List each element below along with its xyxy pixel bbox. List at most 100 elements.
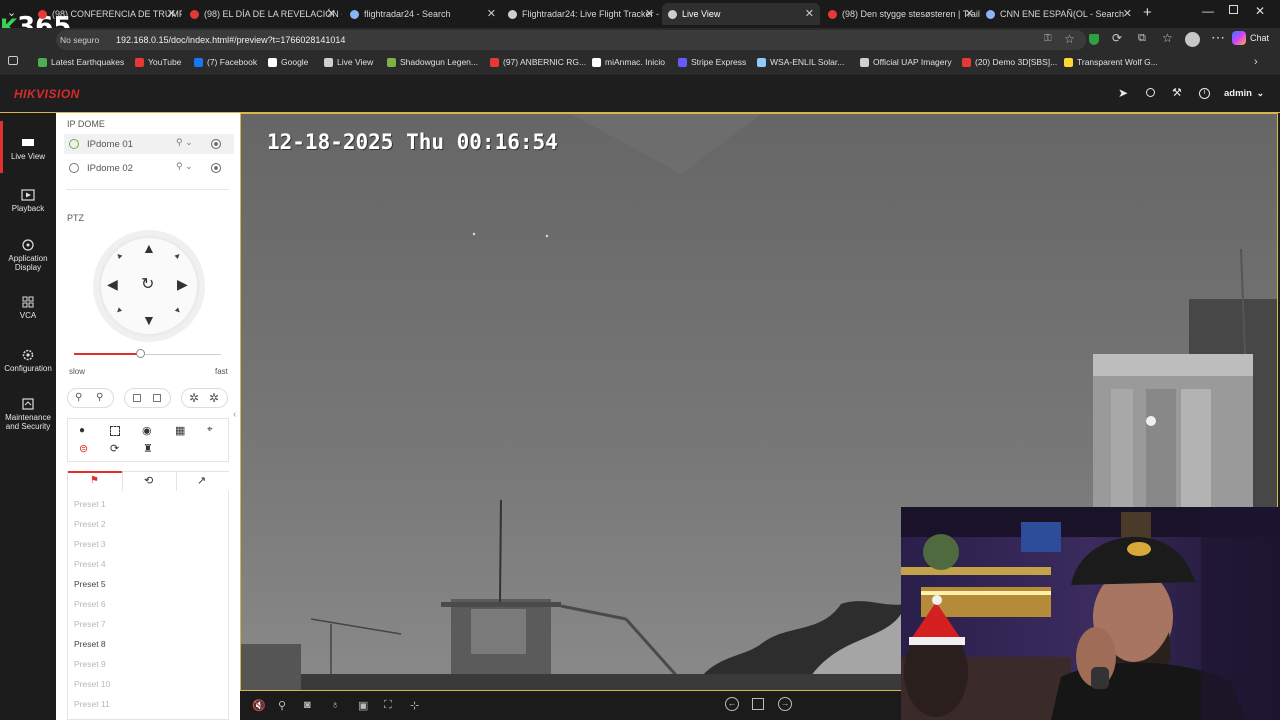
bookmarks-menu-icon[interactable]: [8, 56, 18, 65]
star-icon[interactable]: ☆: [1064, 32, 1075, 46]
tab-preset[interactable]: ⚑: [68, 471, 122, 491]
bookmark-item[interactable]: YouTube: [135, 57, 181, 67]
close-icon[interactable]: ✕: [327, 7, 336, 20]
bookmarks-overflow-icon[interactable]: ›: [1254, 56, 1258, 68]
mute-icon[interactable]: 🔇: [252, 699, 266, 713]
close-icon[interactable]: ✕: [805, 7, 814, 20]
avatar[interactable]: [1185, 32, 1200, 47]
tab-patrol[interactable]: ⟲: [122, 472, 176, 491]
previous-page-icon[interactable]: ←: [725, 697, 739, 711]
restore-icon[interactable]: [1229, 5, 1238, 14]
favorites-icon[interactable]: ☆: [1162, 31, 1173, 45]
microphone-icon[interactable]: ♁: [331, 699, 345, 713]
refresh-extension-icon[interactable]: ⟳: [1112, 31, 1122, 45]
speed-slider[interactable]: [74, 349, 221, 358]
preset-item[interactable]: Preset 2: [74, 519, 106, 529]
search-icon[interactable]: [1146, 88, 1155, 97]
ptz-right-icon[interactable]: ▶: [177, 276, 188, 293]
preset-item[interactable]: Preset 1: [74, 499, 106, 509]
close-icon[interactable]: ✕: [167, 7, 176, 20]
zoom-in-icon[interactable]: ⚲: [96, 392, 103, 403]
preset-item[interactable]: Preset 8: [74, 639, 106, 649]
new-tab-icon[interactable]: +: [1143, 4, 1152, 21]
preset-item[interactable]: Preset 11: [74, 699, 110, 709]
camera-item-1[interactable]: IPdome 01 ⚲ ⌄: [64, 134, 234, 154]
ptz-left-icon[interactable]: ◀: [107, 276, 118, 293]
bookmark-item[interactable]: WSA-ENLIL Solar...: [757, 57, 844, 67]
nav-vca[interactable]: VCA: [0, 296, 56, 320]
bookmark-item[interactable]: (97) ANBERNIC RG...: [490, 57, 586, 67]
tab-2[interactable]: flightradar24 - Search ✕: [344, 3, 502, 25]
preset-item[interactable]: Preset 10: [74, 679, 110, 689]
preset-item[interactable]: Preset 4: [74, 559, 106, 569]
zoom-out-icon[interactable]: ⚲: [75, 392, 82, 403]
speed-slider-thumb[interactable]: [135, 349, 145, 358]
iris-close-icon[interactable]: ✲: [189, 391, 199, 405]
light-icon[interactable]: ●: [79, 425, 85, 436]
capture-icon[interactable]: ◙: [304, 699, 318, 713]
bookmark-item[interactable]: (7) Facebook: [194, 57, 257, 67]
bookmark-item[interactable]: Stripe Express: [678, 57, 746, 67]
preset-item[interactable]: Preset 9: [74, 659, 106, 669]
3d-position-icon[interactable]: ⊹: [410, 699, 424, 713]
auto-scan-icon[interactable]: ↻: [141, 274, 154, 294]
focus-far-icon[interactable]: [153, 394, 161, 402]
manual-tracking-icon[interactable]: ♜: [143, 442, 153, 455]
ptz-control-icon[interactable]: ⚲ ⌄: [176, 137, 193, 148]
nav-application-display[interactable]: Application Display: [0, 239, 56, 272]
face-detect-icon[interactable]: ⌖: [207, 424, 213, 435]
tab-0[interactable]: (98) CONFERENCIA DE TRUMP ✕: [32, 3, 182, 25]
bookmark-item[interactable]: Latest Earthquakes: [38, 57, 124, 67]
tab-5[interactable]: (98) Den stygge stesøsteren | Trail ✕: [822, 3, 980, 25]
info-icon[interactable]: i: [1199, 88, 1210, 99]
digital-zoom-icon[interactable]: ⚲: [278, 699, 292, 713]
tab-1[interactable]: (98) EL DÍA DE LA REVELACIÓN - ✕: [184, 3, 342, 25]
iris-open-icon[interactable]: ✲: [209, 391, 219, 405]
bookmark-item[interactable]: miAnmac. Inicio: [592, 57, 665, 67]
nav-maintenance[interactable]: Maintenance and Security: [0, 398, 56, 431]
user-menu[interactable]: admin ⌄: [1224, 88, 1264, 99]
chat-button[interactable]: Chat: [1232, 31, 1269, 45]
url-field[interactable]: No seguro 192.168.0.15/doc/index.html#/p…: [56, 30, 1086, 50]
bookmark-item[interactable]: Official UAP Imagery: [860, 57, 952, 67]
bookmark-item[interactable]: Transparent Wolf G...: [1064, 57, 1158, 67]
next-page-icon[interactable]: →: [778, 697, 792, 711]
bookmark-item[interactable]: Shadowgun Legen...: [387, 57, 478, 67]
bookmark-item[interactable]: Google: [268, 57, 308, 67]
record-clip-icon[interactable]: ▣: [358, 699, 372, 713]
focus-near-icon[interactable]: [133, 394, 141, 402]
preset-item[interactable]: Preset 7: [74, 619, 106, 629]
zoom-area-icon[interactable]: ⊜: [79, 442, 88, 455]
bookmark-item[interactable]: Live View: [324, 57, 373, 67]
preset-item[interactable]: Preset 5: [74, 579, 106, 589]
park-action-icon[interactable]: ⟳: [110, 442, 119, 455]
tab-4[interactable]: Live View ✕: [662, 3, 820, 25]
preset-item[interactable]: Preset 3: [74, 539, 106, 549]
wiper-icon[interactable]: ◉: [142, 424, 152, 437]
tab-3[interactable]: Flightradar24: Live Flight Tracker - ✕: [502, 3, 660, 25]
collapse-panel-icon[interactable]: ‹: [233, 409, 236, 420]
tab-6[interactable]: CNN ENE ESPAÑ(OL - Search ✕: [980, 3, 1138, 25]
close-icon[interactable]: ✕: [965, 7, 974, 20]
send-icon[interactable]: ➤: [1118, 86, 1128, 100]
ptz-up-icon[interactable]: ▲: [142, 240, 156, 256]
bookmark-item[interactable]: (20) Demo 3D[SBS]...: [962, 57, 1057, 67]
shield-extension-icon[interactable]: [1089, 34, 1099, 45]
stop-all-icon[interactable]: [752, 698, 764, 710]
fit-screen-icon[interactable]: ⛶: [384, 699, 398, 713]
tools-icon[interactable]: ⚒: [1172, 86, 1182, 99]
more-icon[interactable]: ⋯: [1211, 29, 1225, 46]
close-icon[interactable]: ✕: [487, 7, 496, 20]
close-window-icon[interactable]: ✕: [1255, 4, 1265, 18]
close-icon[interactable]: ✕: [645, 7, 654, 20]
key-icon[interactable]: ⚿: [1044, 33, 1052, 44]
ptz-down-icon[interactable]: ▼: [142, 312, 156, 328]
minimize-icon[interactable]: —: [1202, 4, 1214, 18]
grid-icon[interactable]: ▦: [175, 424, 185, 437]
regional-focus-icon[interactable]: [110, 426, 120, 436]
puzzle-icon[interactable]: ⧉: [1138, 32, 1146, 45]
record-icon[interactable]: [211, 139, 221, 149]
nav-live-view[interactable]: Live View: [0, 137, 56, 161]
ptz-control-icon[interactable]: ⚲ ⌄: [176, 161, 193, 172]
record-icon[interactable]: [211, 163, 221, 173]
